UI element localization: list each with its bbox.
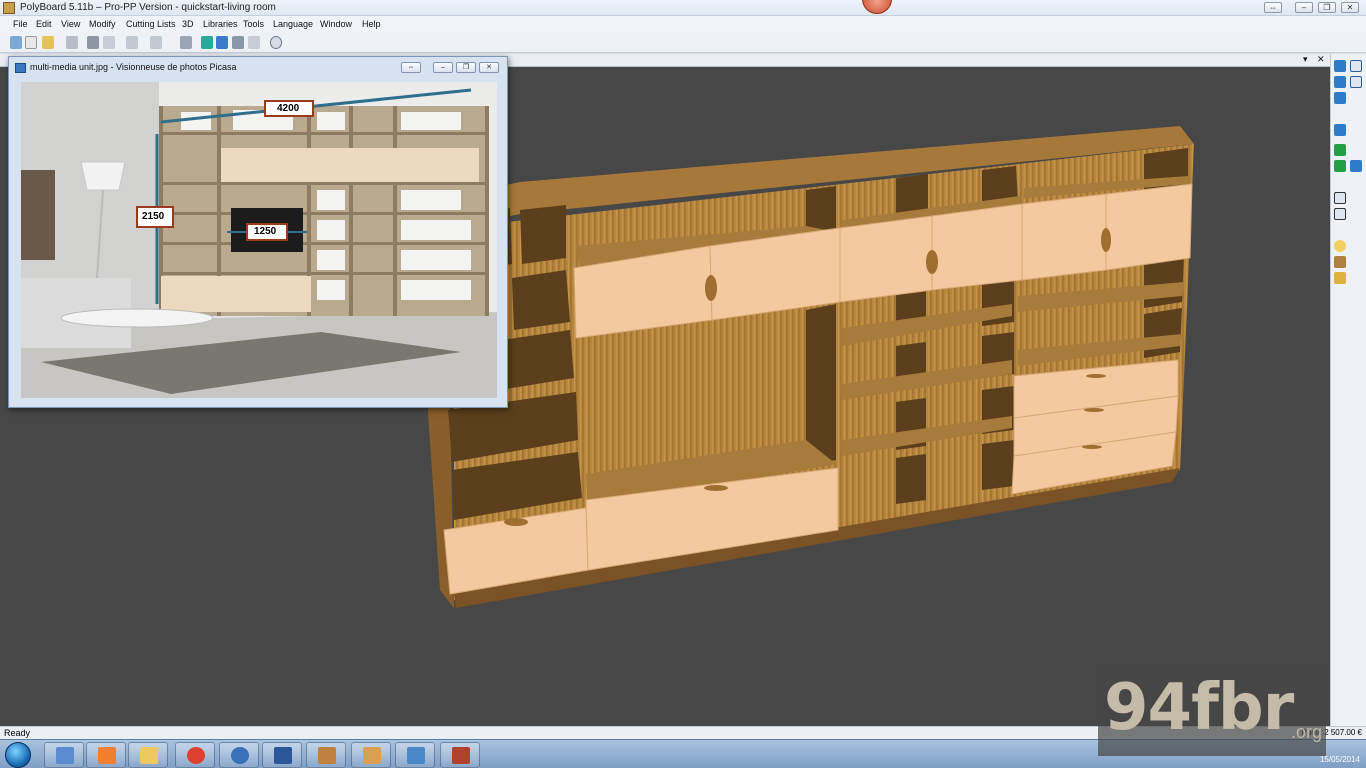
view-right-icon[interactable] [1350, 76, 1362, 88]
minimize-button[interactable]: – [1295, 2, 1313, 13]
polyboard-app-icon [3, 2, 15, 14]
render-icon[interactable] [232, 36, 244, 49]
cabinet-icon[interactable] [201, 36, 213, 49]
launcher-app[interactable] [44, 742, 84, 768]
box-icon[interactable] [1334, 192, 1346, 204]
picasa-minimize-button[interactable]: – [433, 62, 453, 73]
picasa-restore-button[interactable]: ❐ [456, 62, 476, 73]
living-room-photo: 4200 2150 1250 [21, 82, 497, 398]
cutting-app[interactable] [440, 742, 480, 768]
switch-window-button[interactable]: ⇔ [1264, 2, 1282, 13]
redo-icon[interactable] [150, 36, 162, 49]
dimension-label-width: 4200 [277, 103, 300, 114]
view-left-icon[interactable] [1334, 76, 1346, 88]
info-icon[interactable] [270, 36, 282, 49]
texture-icon[interactable] [1334, 160, 1346, 172]
print-preview-icon[interactable] [103, 36, 115, 49]
menu-file[interactable]: File [13, 19, 28, 29]
view-iso-icon[interactable] [1334, 124, 1346, 136]
picasa-viewer-window[interactable]: multi-media unit.jpg - Visionneuse de ph… [8, 56, 508, 408]
picasa-icon [15, 63, 26, 73]
explorer-app[interactable] [128, 742, 168, 768]
status-text: Ready [4, 728, 31, 738]
watermark-domain: .org [1290, 722, 1322, 742]
start-button[interactable] [5, 742, 31, 768]
media-player-app[interactable] [86, 742, 126, 768]
light-icon[interactable] [1334, 240, 1346, 252]
material-icon[interactable] [1334, 144, 1346, 156]
picasa-title: multi-media unit.jpg - Visionneuse de ph… [30, 62, 237, 72]
menu-libraries[interactable]: Libraries [203, 19, 238, 29]
picasa-close-button[interactable]: ✕ [479, 62, 499, 73]
menu-bar: File Edit View Modify Cutting Lists 3D L… [0, 16, 1366, 33]
opti-app[interactable] [351, 742, 391, 768]
menu-language[interactable]: Language [273, 19, 313, 29]
restore-button[interactable]: ❐ [1318, 2, 1336, 13]
refresh-icon[interactable] [248, 36, 260, 49]
color-icon[interactable] [1334, 272, 1346, 284]
undo-icon[interactable] [126, 36, 138, 49]
picasa-switch-button[interactable]: ⇔ [401, 62, 421, 73]
panel-icon[interactable] [1334, 208, 1346, 220]
menu-modify[interactable]: Modify [89, 19, 116, 29]
menu-edit[interactable]: Edit [36, 19, 52, 29]
main-toolbar [0, 33, 1366, 53]
picasa-app[interactable] [395, 742, 435, 768]
open-icon[interactable] [25, 36, 37, 49]
title-bar: PolyBoard 5.11b – Pro-PP Version - quick… [0, 0, 1366, 16]
watermark-text: 94fbr [1104, 671, 1294, 745]
close-button[interactable]: ✕ [1341, 2, 1359, 13]
window-title: PolyBoard 5.11b – Pro-PP Version - quick… [20, 2, 276, 13]
properties-icon[interactable] [180, 36, 192, 49]
document-close-button[interactable]: ✕ [1317, 54, 1325, 65]
menu-window[interactable]: Window [320, 19, 352, 29]
system-clock: 15/05/2014 [1319, 755, 1360, 764]
view-icon[interactable] [216, 36, 228, 49]
print-icon[interactable] [87, 36, 99, 49]
view-back-icon[interactable] [1350, 60, 1362, 72]
menu-tools[interactable]: Tools [243, 19, 264, 29]
new-icon[interactable] [10, 36, 22, 49]
tool-app[interactable] [219, 742, 259, 768]
door-upper-right-b [931, 203, 1023, 291]
dimension-label-tv: 1250 [254, 226, 277, 237]
view-front-icon[interactable] [1334, 60, 1346, 72]
word-app[interactable] [262, 742, 302, 768]
recording-badge-icon [862, 0, 892, 14]
menu-view[interactable]: View [61, 19, 80, 29]
folder-icon[interactable] [42, 36, 54, 49]
door-upper-right-a [839, 215, 933, 303]
door-upper-far-a [1021, 193, 1107, 281]
dimension-label-height: 2150 [142, 211, 165, 222]
save-icon[interactable] [66, 36, 78, 49]
view-top-icon[interactable] [1334, 92, 1346, 104]
cube-icon[interactable] [1350, 160, 1362, 172]
document-menu-button[interactable]: ▾ [1303, 54, 1308, 65]
menu-help[interactable]: Help [362, 19, 381, 29]
polyboard-app[interactable] [306, 742, 346, 768]
menu-3d[interactable]: 3D [182, 19, 194, 29]
menu-cutting-lists[interactable]: Cutting Lists [126, 19, 176, 29]
watermark: 94fbr .org [1098, 664, 1326, 756]
door-icon[interactable] [1334, 256, 1346, 268]
chrome-app[interactable] [175, 742, 215, 768]
door-upper-far-b [1105, 183, 1193, 271]
right-tool-palette [1330, 54, 1366, 726]
